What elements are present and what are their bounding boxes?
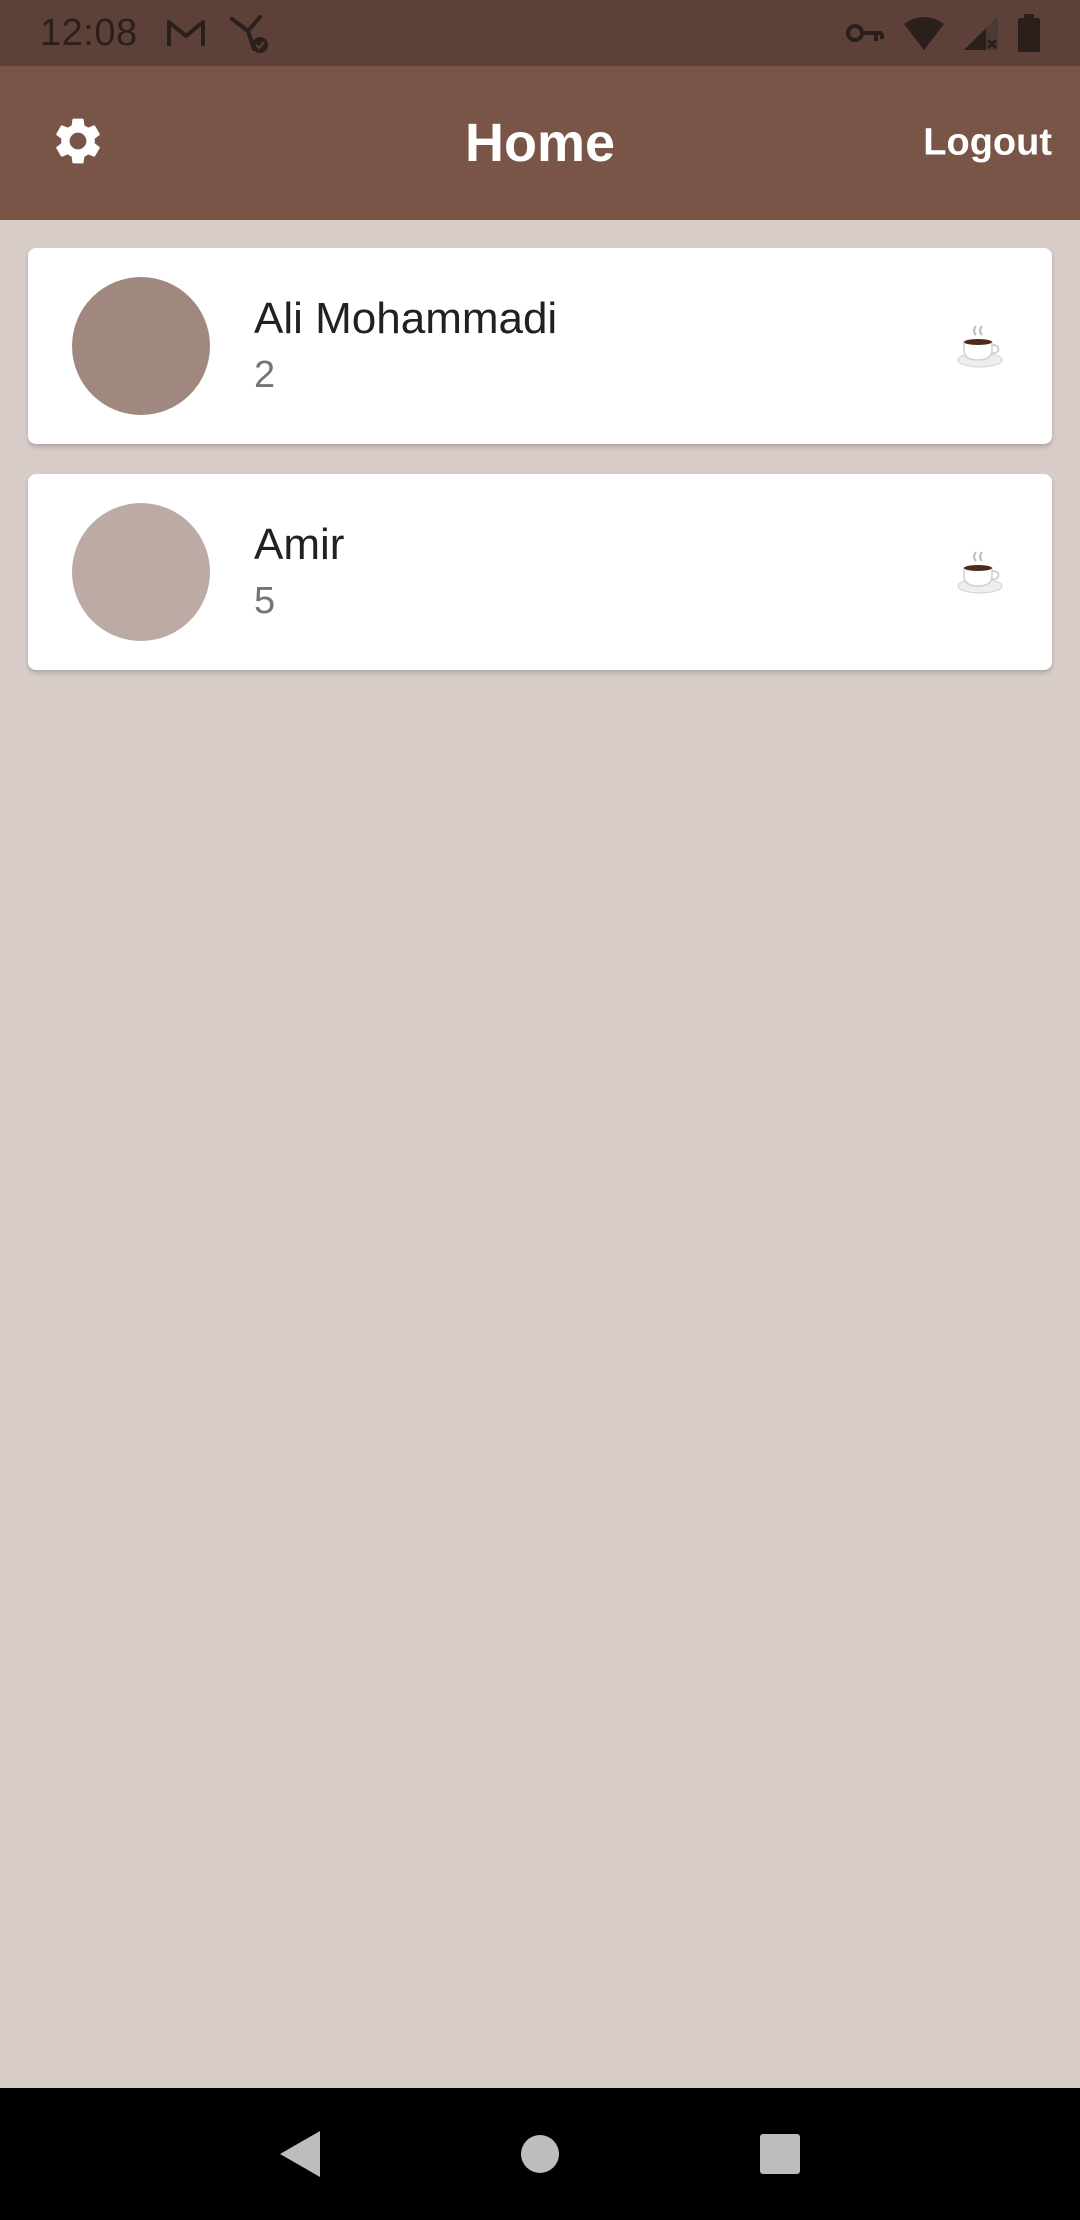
- network-check-icon: [228, 11, 272, 55]
- avatar: [72, 277, 210, 415]
- contact-count: 5: [254, 580, 276, 622]
- coffee-cup-icon[interactable]: [954, 320, 1006, 372]
- status-time: 12:08: [40, 11, 138, 54]
- contact-name: Amir: [254, 520, 345, 569]
- contact-count: 2: [254, 354, 276, 396]
- list-item-text: Amir 5: [254, 517, 344, 627]
- recents-icon[interactable]: [740, 2114, 820, 2194]
- list-item[interactable]: Amir 5: [28, 474, 1052, 670]
- status-left-icons: [166, 11, 272, 55]
- app-bar: Home Logout: [0, 66, 1080, 220]
- signal-icon: [964, 16, 998, 50]
- navigation-bar: [0, 2088, 1080, 2220]
- home-icon[interactable]: [500, 2114, 580, 2194]
- vpn-key-icon: [846, 21, 884, 45]
- wifi-icon: [904, 16, 944, 50]
- avatar: [72, 503, 210, 641]
- list-item[interactable]: Ali Mohammadi 2: [28, 248, 1052, 444]
- status-right-icons: [846, 14, 1040, 52]
- gmail-icon: [166, 18, 206, 48]
- list-item-text: Ali Mohammadi 2: [254, 291, 557, 401]
- logout-button[interactable]: Logout: [923, 122, 1052, 165]
- contact-list: Ali Mohammadi 2 Amir 5: [28, 248, 1052, 700]
- battery-icon: [1018, 14, 1040, 52]
- settings-button[interactable]: [46, 111, 110, 175]
- page-title: Home: [464, 113, 616, 173]
- contact-name: Ali Mohammadi: [254, 294, 558, 343]
- coffee-cup-icon[interactable]: [954, 546, 1006, 598]
- status-bar: 12:08: [0, 0, 1080, 66]
- gear-icon: [50, 113, 106, 174]
- back-icon[interactable]: [260, 2114, 340, 2194]
